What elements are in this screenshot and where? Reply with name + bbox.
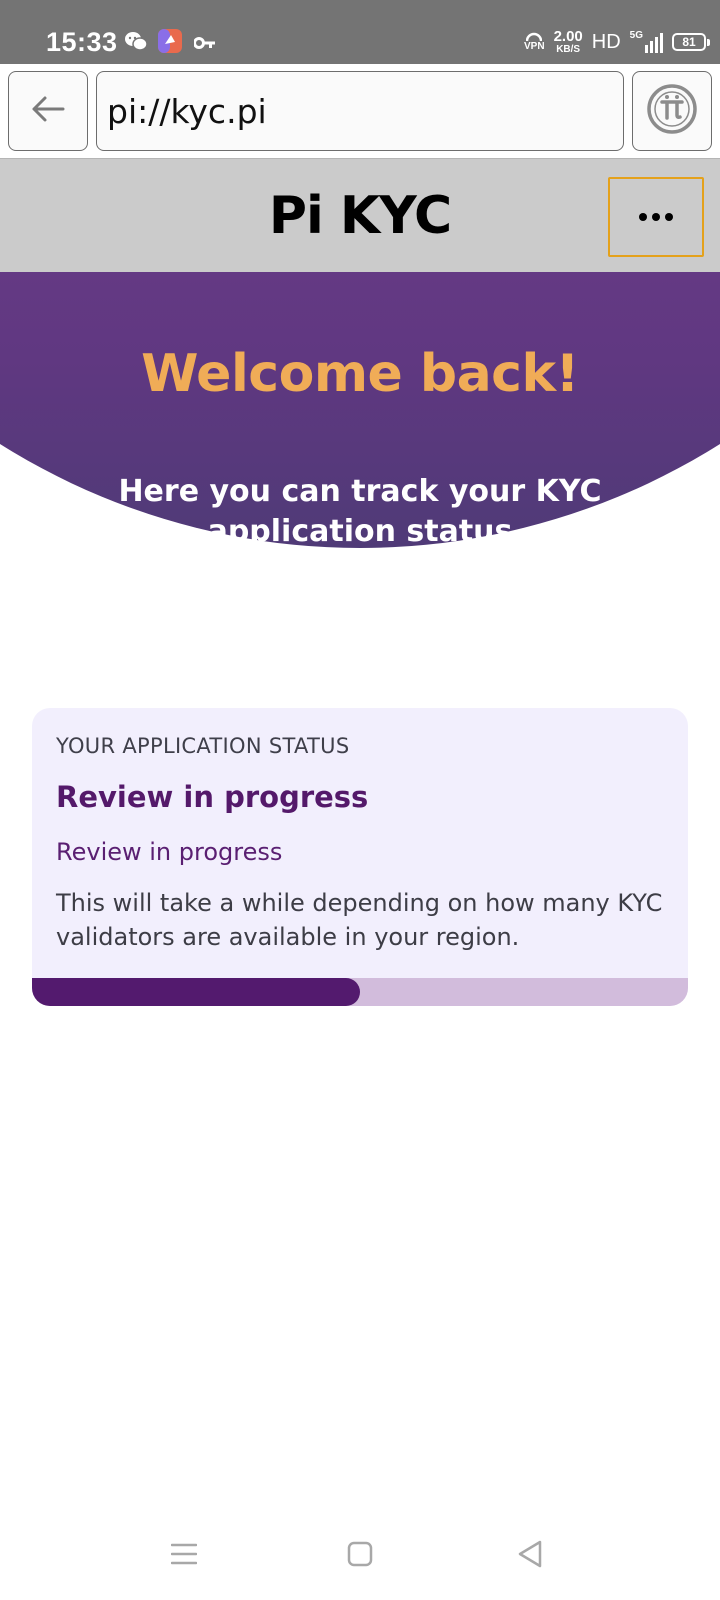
system-nav-bar [0, 1510, 720, 1600]
welcome-subtitle: Here you can track your KYC application … [118, 474, 602, 549]
pi-browser-button[interactable] [632, 71, 712, 151]
welcome-title: Welcome back! [141, 344, 579, 404]
status-bar: 15:33 VPN 2.00 KB/S HD 5G 81 [0, 0, 720, 64]
hero-banner: Welcome back! Here you can track your KY… [0, 272, 720, 652]
progress-fill [32, 978, 360, 1006]
wechat-icon [124, 30, 148, 56]
arrow-left-icon [30, 95, 66, 127]
battery-level: 81 [682, 35, 696, 49]
home-square-icon[interactable] [340, 1534, 380, 1574]
progress-bar [32, 978, 688, 1006]
key-icon [193, 35, 216, 54]
back-button[interactable] [8, 71, 88, 151]
signal-icon: 5G [630, 31, 663, 53]
status-card-status: Review in progress [56, 838, 283, 866]
status-card-title: Review in progress [56, 780, 369, 814]
battery-icon: 81 [672, 33, 710, 51]
status-card-label: YOUR APPLICATION STATUS [56, 734, 350, 758]
vpn-icon: VPN [524, 32, 545, 52]
pi-logo-icon [646, 83, 698, 139]
more-menu-button[interactable] [608, 177, 704, 257]
net-speed: 2.00 KB/S [553, 28, 583, 55]
status-card-description: This will take a while depending on how … [56, 889, 663, 951]
status-icons: VPN 2.00 KB/S HD 5G 81 [524, 26, 710, 58]
more-dots-icon [639, 213, 673, 221]
hd-label: HD [591, 30, 621, 53]
url-text: pi://kyc.pi [107, 91, 267, 131]
status-time: 15:33 [46, 27, 118, 57]
url-field[interactable]: pi://kyc.pi [96, 71, 624, 151]
app-header: Pi KYC [0, 158, 720, 272]
app-icon [158, 29, 182, 57]
application-status-card: YOUR APPLICATION STATUS Review in progre… [32, 708, 688, 1006]
back-triangle-icon[interactable] [510, 1534, 550, 1574]
menu-icon[interactable] [164, 1534, 204, 1574]
browser-bar: pi://kyc.pi [0, 64, 720, 158]
